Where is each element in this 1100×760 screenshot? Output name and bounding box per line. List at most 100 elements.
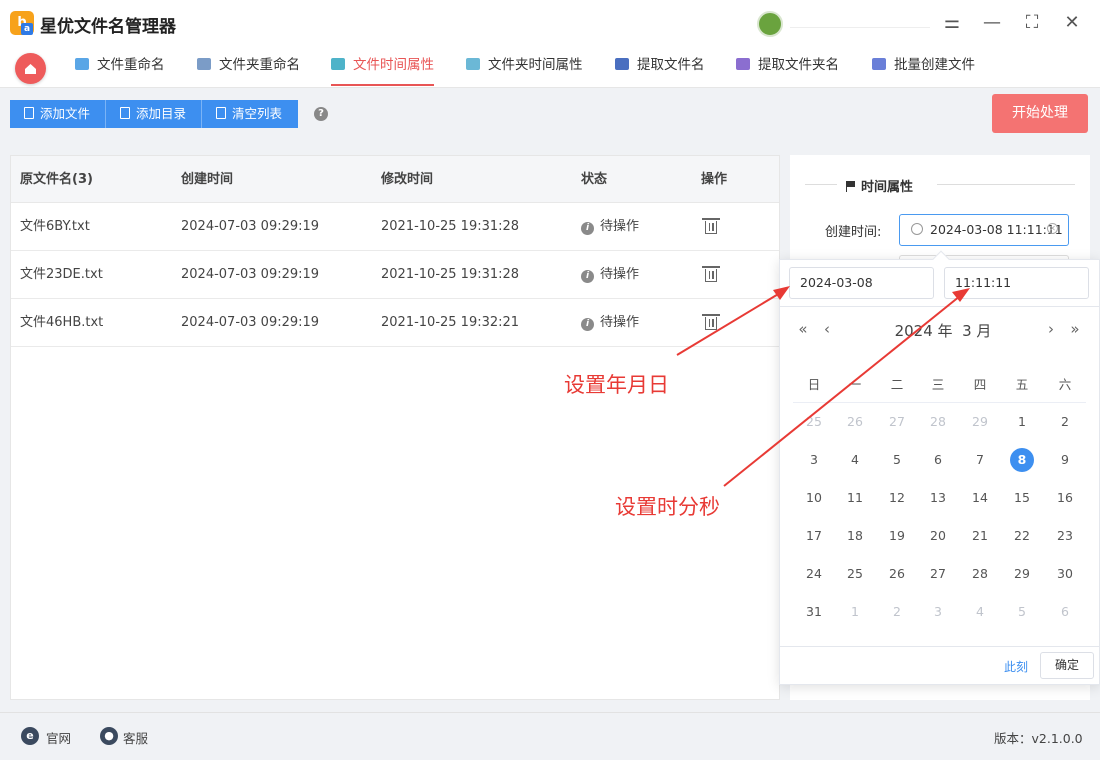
next-month-icon[interactable]: ›: [1044, 320, 1058, 338]
delete-icon[interactable]: [702, 218, 720, 234]
calendar-day[interactable]: 14: [965, 486, 995, 510]
next-year-icon[interactable]: »: [1068, 320, 1082, 338]
tab-folder-time[interactable]: 文件夹时间属性: [466, 46, 583, 86]
calendar-day[interactable]: 26: [882, 562, 912, 586]
table-row[interactable]: 文件46HB.txt 2024-07-03 09:29:19 2021-10-2…: [11, 299, 779, 347]
calendar-day[interactable]: 23: [1050, 524, 1080, 548]
calendar-day[interactable]: 20: [923, 524, 953, 548]
calendar-day[interactable]: 7: [965, 448, 995, 472]
calendar-day[interactable]: 1: [1007, 410, 1037, 434]
start-processing-button[interactable]: 开始处理: [992, 94, 1088, 133]
calendar-day[interactable]: 26: [840, 410, 870, 434]
picker-date-input[interactable]: 2024-03-08: [789, 267, 934, 299]
user-avatar[interactable]: [757, 11, 783, 37]
picker-year[interactable]: 2024 年: [895, 322, 953, 340]
add-directory-button[interactable]: 添加目录: [106, 100, 202, 128]
rename-icon: [75, 58, 89, 70]
tab-extract-foldername[interactable]: 提取文件夹名: [736, 46, 839, 86]
calendar-day[interactable]: 19: [882, 524, 912, 548]
maximize-button[interactable]: ⛶: [1020, 11, 1044, 35]
delete-icon[interactable]: [702, 266, 720, 282]
calendar-day[interactable]: 28: [965, 562, 995, 586]
weekday-header: 六: [1058, 377, 1072, 392]
table-row[interactable]: 文件6BY.txt 2024-07-03 09:29:19 2021-10-25…: [11, 203, 779, 251]
calendar-day[interactable]: 6: [1050, 600, 1080, 624]
annotation-set-date: 设置年月日: [564, 373, 669, 397]
calendar-day[interactable]: 11: [840, 486, 870, 510]
clear-icon[interactable]: ✕: [1047, 223, 1058, 234]
file-time-icon: [331, 58, 345, 70]
customer-service-link[interactable]: 客服: [123, 728, 148, 747]
calendar-day[interactable]: 5: [1007, 600, 1037, 624]
home-button[interactable]: [15, 53, 46, 84]
calendar-day[interactable]: 10: [799, 486, 829, 510]
calendar-day[interactable]: 27: [882, 410, 912, 434]
info-icon: i: [581, 318, 594, 331]
created-time-label: 创建时间:: [825, 225, 882, 240]
picker-header: 2024 年 3 月: [888, 320, 998, 341]
add-file-button[interactable]: 添加文件: [10, 100, 106, 128]
now-link[interactable]: 此刻: [1004, 658, 1028, 675]
header-modified: 修改时间: [381, 172, 434, 187]
calendar-day[interactable]: 31: [799, 600, 829, 624]
calendar-day[interactable]: 18: [840, 524, 870, 548]
calendar-day[interactable]: 6: [923, 448, 953, 472]
calendar-day[interactable]: 30: [1050, 562, 1080, 586]
calendar-day[interactable]: 15: [1007, 486, 1037, 510]
calendar-day[interactable]: 13: [923, 486, 953, 510]
calendar-day[interactable]: 3: [799, 448, 829, 472]
calendar-day[interactable]: 12: [882, 486, 912, 510]
section-title: 时间属性: [846, 176, 913, 195]
tab-extract-filename[interactable]: 提取文件名: [615, 46, 705, 86]
calendar-day[interactable]: 17: [799, 524, 829, 548]
calendar-day[interactable]: 29: [1007, 562, 1037, 586]
calendar-day[interactable]: 21: [965, 524, 995, 548]
calendar-day[interactable]: 5: [882, 448, 912, 472]
created-time-input[interactable]: 2024-03-08 11:11:11: [899, 214, 1069, 246]
prev-month-icon[interactable]: ‹: [820, 320, 834, 338]
flag-icon: [846, 181, 855, 192]
delete-icon[interactable]: [702, 314, 720, 330]
calendar-day[interactable]: 27: [923, 562, 953, 586]
version-label: 版本：v2.1.0.0: [994, 731, 1083, 746]
calendar-day[interactable]: 4: [840, 448, 870, 472]
calendar-day[interactable]: 25: [799, 410, 829, 434]
calendar-day[interactable]: 2: [882, 600, 912, 624]
minimize-button[interactable]: —: [980, 11, 1004, 35]
close-button[interactable]: ✕: [1060, 11, 1084, 35]
calendar-day[interactable]: 16: [1050, 486, 1080, 510]
tab-folder-rename[interactable]: 文件夹重命名: [197, 46, 300, 86]
help-icon[interactable]: ?: [314, 107, 328, 121]
clock-icon: [911, 223, 923, 235]
table-row[interactable]: 文件23DE.txt 2024-07-03 09:29:19 2021-10-2…: [11, 251, 779, 299]
calendar-day[interactable]: 28: [923, 410, 953, 434]
annotation-set-time: 设置时分秒: [615, 495, 720, 519]
website-link[interactable]: 官网: [46, 728, 71, 747]
app-logo-icon: ba: [10, 11, 34, 35]
calendar-day[interactable]: 29: [965, 410, 995, 434]
prev-year-icon[interactable]: «: [796, 320, 810, 338]
folder-icon: [120, 107, 130, 119]
info-icon: i: [581, 270, 594, 283]
calendar-day[interactable]: 25: [840, 562, 870, 586]
calendar-day[interactable]: 9: [1050, 448, 1080, 472]
calendar-day[interactable]: 24: [799, 562, 829, 586]
tab-file-rename[interactable]: 文件重命名: [75, 46, 165, 86]
clear-list-button[interactable]: 清空列表: [202, 100, 298, 128]
settings-icon[interactable]: ⚌: [940, 11, 964, 35]
confirm-button[interactable]: 确定: [1040, 652, 1094, 679]
picker-month[interactable]: 3 月: [962, 322, 991, 340]
tab-file-time[interactable]: 文件时间属性: [331, 46, 434, 86]
calendar-day[interactable]: 22: [1007, 524, 1037, 548]
calendar-day[interactable]: 2: [1050, 410, 1080, 434]
footer-bar: [0, 712, 1100, 760]
row-status: i 待操作: [581, 299, 639, 346]
calendar-day[interactable]: 4: [965, 600, 995, 624]
calendar-day[interactable]: 8: [1007, 448, 1037, 472]
info-icon: i: [581, 222, 594, 235]
picker-time-input[interactable]: 11:11:11: [944, 267, 1089, 299]
calendar-day[interactable]: 3: [923, 600, 953, 624]
tab-batch-create[interactable]: 批量创建文件: [872, 46, 975, 86]
calendar-day[interactable]: 1: [840, 600, 870, 624]
section-divider: [937, 184, 1075, 185]
